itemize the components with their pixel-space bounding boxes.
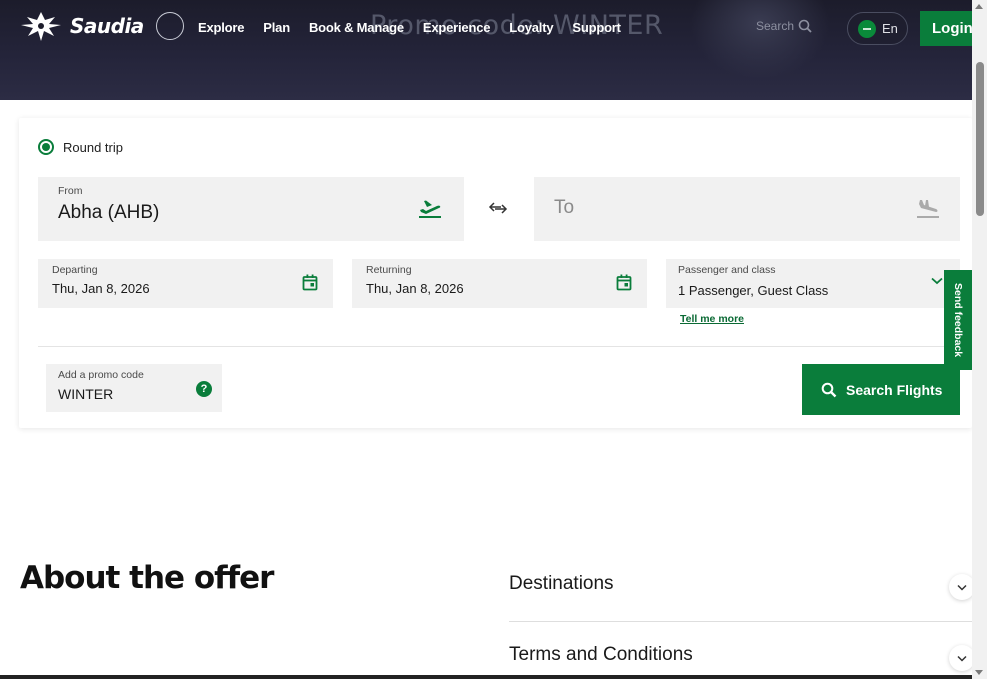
bottom-edge — [0, 675, 972, 679]
brand-logo[interactable]: Saudia — [18, 9, 184, 43]
calendar-icon — [616, 274, 632, 291]
palm-logo-icon — [21, 12, 61, 41]
login-button[interactable]: Login — [920, 11, 978, 46]
swap-arrows-icon[interactable] — [488, 200, 508, 216]
nav-book-manage[interactable]: Book & Manage — [309, 20, 404, 35]
nav-links: Explore Plan Book & Manage Experience Lo… — [198, 20, 640, 35]
passenger-label: Passenger and class — [678, 264, 776, 276]
booking-card: Round trip From Abha (AHB) To Departing … — [19, 118, 972, 428]
accordion-destinations[interactable]: Destinations — [509, 570, 975, 622]
to-placeholder: To — [554, 197, 575, 218]
nav-explore[interactable]: Explore — [198, 20, 244, 35]
trip-type-option[interactable]: Round trip — [38, 139, 123, 155]
trip-type-label: Round trip — [63, 139, 123, 155]
calendar-icon — [302, 274, 318, 291]
from-label: From — [58, 185, 83, 197]
round-trip-radio[interactable] — [38, 139, 54, 155]
search-icon — [821, 382, 837, 397]
nav-plan[interactable]: Plan — [263, 20, 290, 35]
departure-plane-icon — [419, 200, 441, 218]
scroll-up-arrow[interactable] — [975, 4, 983, 9]
search-icon — [798, 19, 812, 33]
to-field[interactable]: To — [534, 177, 960, 241]
scroll-down-arrow[interactable] — [975, 670, 983, 675]
tell-me-more-link[interactable]: Tell me more — [680, 313, 744, 325]
accordion-terms[interactable]: Terms and Conditions — [509, 640, 975, 679]
returning-value: Thu, Jan 8, 2026 — [366, 281, 464, 296]
nav-loyalty[interactable]: Loyalty — [509, 20, 553, 35]
flag-icon — [858, 19, 876, 38]
promo-value: WINTER — [58, 386, 114, 402]
chevron-down-icon — [957, 655, 967, 662]
site-search[interactable]: Search — [756, 19, 812, 33]
promo-code-field[interactable]: Add a promo code WINTER ? — [46, 364, 222, 412]
scroll-thumb[interactable] — [976, 62, 984, 216]
search-flights-button[interactable]: Search Flights — [802, 364, 960, 415]
arrival-plane-icon — [917, 200, 939, 218]
passenger-class-field[interactable]: Passenger and class 1 Passenger, Guest C… — [666, 259, 960, 308]
passenger-value: 1 Passenger, Guest Class — [678, 283, 829, 298]
accordion-label: Destinations — [509, 573, 614, 594]
returning-date-field[interactable]: Returning Thu, Jan 8, 2026 — [352, 259, 647, 308]
send-feedback-label: Send feedback — [952, 282, 964, 358]
language-label: En — [882, 21, 898, 36]
brand-name: Saudia — [70, 14, 144, 38]
departing-label: Departing — [52, 264, 98, 276]
accordion-label: Terms and Conditions — [509, 644, 693, 665]
emblem-icon — [155, 12, 184, 40]
nav-support[interactable]: Support — [572, 20, 621, 35]
departing-value: Thu, Jan 8, 2026 — [52, 281, 150, 296]
departing-date-field[interactable]: Departing Thu, Jan 8, 2026 — [38, 259, 333, 308]
from-field[interactable]: From Abha (AHB) — [38, 177, 464, 241]
top-navigation: Saudia Explore Plan Book & Manage Experi… — [0, 0, 978, 56]
divider — [38, 346, 960, 347]
about-offer-heading: About the offer — [20, 560, 274, 596]
help-icon[interactable]: ? — [196, 381, 212, 397]
nav-experience[interactable]: Experience — [423, 20, 491, 35]
send-feedback-tab[interactable]: Send feedback — [944, 270, 972, 370]
promo-label: Add a promo code — [58, 369, 144, 381]
language-selector[interactable]: En — [847, 12, 908, 45]
search-flights-label: Search Flights — [846, 381, 943, 398]
returning-label: Returning — [366, 264, 412, 276]
page-scrollbar[interactable] — [972, 0, 987, 679]
from-value: Abha (AHB) — [58, 202, 160, 223]
chevron-down-icon — [931, 277, 943, 285]
chevron-down-icon — [957, 584, 967, 591]
page: Promo code: WINTER Saudia Explore Plan B… — [0, 0, 987, 679]
search-label: Search — [756, 19, 795, 33]
